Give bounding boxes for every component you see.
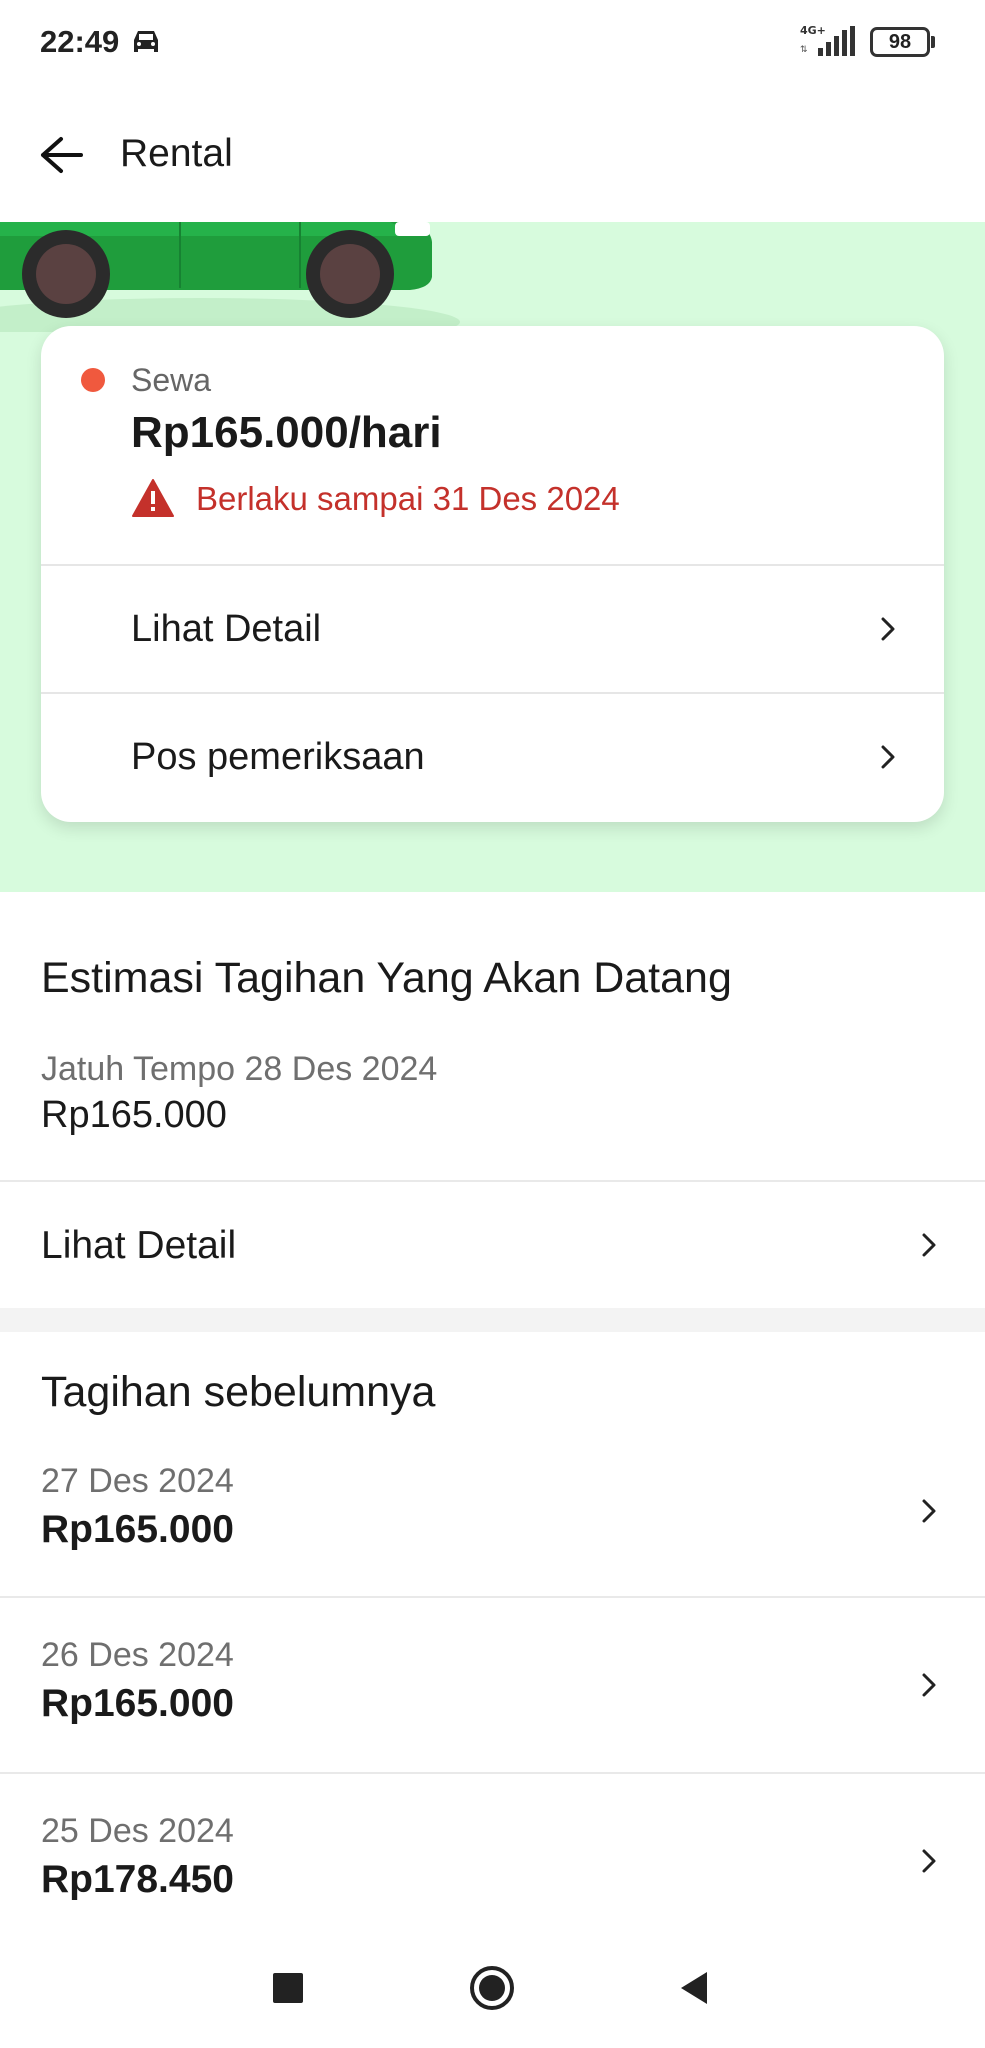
app-bar: Rental [0, 88, 985, 222]
estimate-amount: Rp165.000 [41, 1094, 227, 1136]
card-row-detail[interactable]: Lihat Detail [41, 566, 944, 692]
circle-icon [470, 1966, 514, 2010]
bill-row[interactable]: 26 Des 2024 Rp165.000 [0, 1598, 985, 1774]
card-row-label: Pos pemeriksaan [131, 736, 425, 778]
car-icon [134, 31, 158, 52]
status-dot [81, 368, 105, 392]
page-title: Rental [120, 132, 233, 175]
estimate-due-date: Jatuh Tempo 28 Des 2024 [41, 1050, 438, 1088]
status-time: 22:49 [40, 24, 120, 59]
bill-amount: Rp165.000 [41, 1682, 234, 1725]
card-row-label: Lihat Detail [131, 608, 322, 650]
section-gap [0, 1308, 985, 1332]
car-illustration [0, 222, 460, 332]
estimate-detail-label: Lihat Detail [41, 1224, 237, 1267]
chevron-right-icon [881, 745, 895, 769]
card-row-checkpoint[interactable]: Pos pemeriksaan [41, 694, 944, 820]
estimate-detail-row[interactable]: Lihat Detail [0, 1182, 985, 1308]
chevron-right-icon [881, 617, 895, 641]
triangle-back-icon [681, 1972, 707, 2004]
recents-button[interactable] [258, 1958, 318, 2018]
previous-bills-title: Tagihan sebelumnya [41, 1368, 436, 1416]
battery-tip [931, 36, 935, 48]
chevron-right-icon [922, 1499, 936, 1523]
chevron-right-icon [922, 1233, 936, 1257]
status-bar: 22:49 4G+ ⇅ 98 [0, 0, 985, 88]
system-nav-bar [0, 1930, 985, 2048]
square-icon [273, 1973, 303, 2003]
rental-card: Sewa Rp165.000/hari Berlaku sampai 31 De… [41, 326, 944, 822]
chevron-right-icon [922, 1849, 936, 1873]
bill-date: 25 Des 2024 [41, 1812, 234, 1850]
bill-date: 26 Des 2024 [41, 1636, 234, 1674]
validity-text: Berlaku sampai 31 Des 2024 [196, 480, 620, 517]
bill-row[interactable]: 27 Des 2024 Rp165.000 [0, 1420, 985, 1596]
estimate-title: Estimasi Tagihan Yang Akan Datang [41, 954, 732, 1002]
bill-row[interactable]: 25 Des 2024 Rp178.450 [0, 1774, 985, 1950]
home-button[interactable] [462, 1958, 522, 2018]
bill-date: 27 Des 2024 [41, 1462, 234, 1500]
arrow-left-icon [41, 137, 83, 173]
chevron-right-icon [922, 1673, 936, 1697]
bill-amount: Rp178.450 [41, 1858, 234, 1901]
back-nav-button[interactable] [664, 1958, 724, 2018]
svg-text:4G+: 4G+ [800, 24, 826, 37]
battery-indicator: 98 [870, 27, 930, 57]
rental-price: Rp165.000/hari [131, 408, 442, 457]
svg-text:⇅: ⇅ [800, 45, 808, 55]
warning-triangle-icon [132, 479, 174, 517]
signal-icon: 4G+ ⇅ [800, 24, 855, 56]
rental-type: Sewa [131, 362, 212, 398]
back-button[interactable] [30, 124, 92, 186]
bill-amount: Rp165.000 [41, 1508, 234, 1551]
